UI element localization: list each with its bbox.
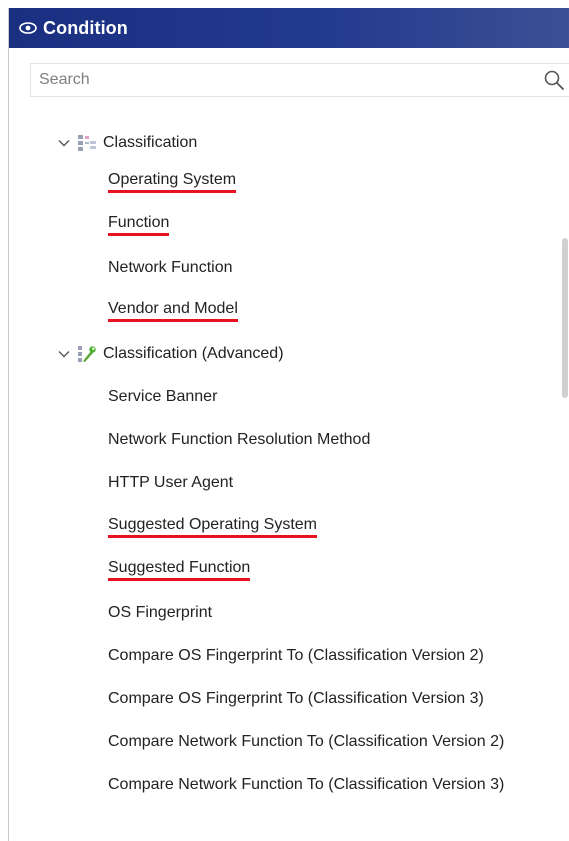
tree-item-network-function[interactable]: Network Function — [108, 255, 233, 281]
tree-item-operating-system[interactable]: Operating System — [108, 169, 237, 195]
tree-item-label: Operating System — [108, 171, 237, 193]
condition-panel: Condition Classification Operati — [8, 8, 569, 841]
tree-item-label: Suggested Function — [108, 559, 251, 581]
tree-item-compare-os-fingerprint-v3[interactable]: Compare OS Fingerprint To (Classificatio… — [108, 686, 484, 712]
panel-title: Condition — [43, 17, 128, 38]
tree-item-compare-network-function-v2[interactable]: Compare Network Function To (Classificat… — [108, 729, 504, 755]
tree-item-label: Vendor and Model — [108, 300, 238, 322]
tree-item-label: Compare OS Fingerprint To (Classificatio… — [108, 647, 484, 664]
tree-item-suggested-operating-system[interactable]: Suggested Operating System — [108, 514, 318, 540]
tree-item-label: Compare Network Function To (Classificat… — [108, 776, 505, 793]
tree-item-http-user-agent[interactable]: HTTP User Agent — [108, 470, 233, 496]
tree-item-suggested-function[interactable]: Suggested Function — [108, 557, 251, 583]
tree-group-classification-advanced[interactable]: Classification (Advanced) — [57, 341, 284, 367]
tree-item-label: Network Function Resolution Method — [108, 431, 371, 448]
panel-header: Condition — [9, 8, 569, 48]
tree-item-vendor-and-model[interactable]: Vendor and Model — [108, 298, 238, 324]
classification-icon — [78, 135, 96, 151]
chevron-down-icon[interactable] — [57, 136, 71, 150]
tree-item-network-function-resolution-method[interactable]: Network Function Resolution Method — [108, 427, 370, 453]
tree-group-label: Classification — [103, 134, 198, 151]
chevron-down-icon[interactable] — [57, 347, 71, 361]
eye-icon — [19, 22, 37, 34]
tree-item-label: OS Fingerprint — [108, 604, 213, 621]
tree-item-label: Service Banner — [108, 388, 218, 405]
search-icon[interactable] — [543, 69, 565, 91]
tree-item-function[interactable]: Function — [108, 212, 170, 238]
tree-group-label: Classification (Advanced) — [103, 345, 284, 362]
tree-item-label: Function — [108, 214, 170, 236]
tree-item-compare-network-function-v3[interactable]: Compare Network Function To (Classificat… — [108, 772, 504, 798]
tree-item-label: Suggested Operating System — [108, 516, 318, 538]
tree-item-compare-os-fingerprint-v2[interactable]: Compare OS Fingerprint To (Classificatio… — [108, 643, 484, 669]
tree-item-label: Compare Network Function To (Classificat… — [108, 733, 505, 750]
search-box[interactable] — [30, 63, 569, 97]
tree-item-os-fingerprint[interactable]: OS Fingerprint — [108, 600, 212, 626]
tree-item-label: Compare OS Fingerprint To (Classificatio… — [108, 690, 484, 707]
scrollbar-thumb[interactable] — [562, 238, 568, 398]
tree-item-service-banner[interactable]: Service Banner — [108, 384, 217, 410]
tree-group-classification[interactable]: Classification — [57, 130, 197, 156]
classification-advanced-icon — [78, 346, 96, 362]
search-input[interactable] — [31, 64, 543, 96]
tree-item-label: Network Function — [108, 259, 233, 276]
tree-item-label: HTTP User Agent — [108, 474, 234, 491]
